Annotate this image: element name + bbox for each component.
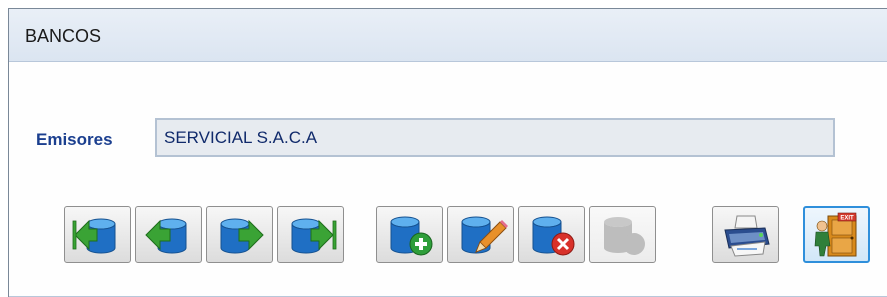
exit-sign-text: EXIT: [840, 215, 854, 221]
db-next-icon: [220, 218, 264, 253]
db-previous-icon: [144, 218, 186, 253]
disabled-action-button[interactable]: [589, 206, 656, 263]
exit-button[interactable]: EXIT: [803, 206, 870, 263]
next-record-button[interactable]: [206, 206, 273, 263]
delete-record-button[interactable]: [518, 206, 585, 263]
first-record-button[interactable]: [64, 206, 131, 263]
db-first-icon: [72, 218, 115, 253]
previous-record-button[interactable]: [135, 206, 202, 263]
db-last-icon: [291, 218, 336, 253]
add-record-button[interactable]: [376, 206, 443, 263]
edit-record-button[interactable]: [447, 206, 514, 263]
print-button[interactable]: [712, 206, 779, 263]
title-bar: BANCOS: [9, 9, 887, 62]
printer-icon: [723, 215, 770, 257]
exit-door-icon: EXIT: [814, 212, 856, 256]
last-record-button[interactable]: [277, 206, 344, 263]
db-edit-icon: [461, 216, 508, 253]
db-disabled-icon: [603, 216, 645, 255]
emisores-label: Emisores: [36, 130, 113, 149]
db-add-icon: [390, 216, 432, 255]
form-body: Emisores SERVICIAL S.A.C.A EXIT: [9, 62, 887, 297]
db-delete-icon: [532, 216, 574, 255]
bancos-window: BANCOS Emisores SERVICIAL S.A.C.A EXIT: [8, 8, 887, 297]
emisores-field[interactable]: [155, 118, 835, 157]
window-title: BANCOS: [25, 26, 102, 46]
